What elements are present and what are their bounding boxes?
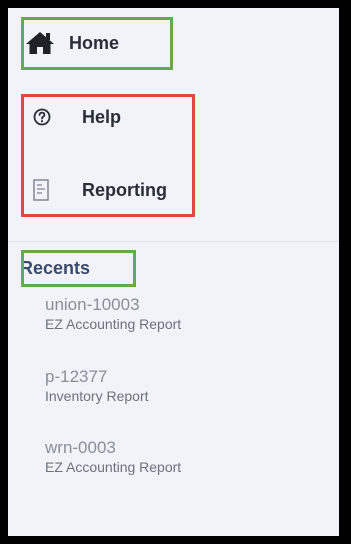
recent-item[interactable]: wrn-0003 EZ Accounting Report: [45, 437, 181, 477]
nav-label-help: Help: [82, 106, 122, 127]
section-divider: [8, 241, 339, 242]
nav-item-home[interactable]: Home: [25, 26, 119, 60]
nav-label-reporting: Reporting: [82, 179, 167, 200]
recent-item-type: Inventory Report: [45, 388, 149, 404]
home-icon: [25, 30, 55, 56]
question-circle-icon: [33, 108, 51, 126]
recent-item-id: wrn-0003: [45, 438, 116, 457]
recent-item-id: union-10003: [45, 295, 140, 314]
recent-item[interactable]: p-12377 Inventory Report: [45, 366, 149, 406]
nav-item-reporting[interactable]: Reporting: [33, 175, 167, 205]
nav-item-help[interactable]: Help: [33, 102, 121, 132]
recent-item-type: EZ Accounting Report: [45, 316, 182, 332]
recent-item-id: p-12377: [45, 367, 108, 386]
recent-item[interactable]: union-10003 EZ Accounting Report: [45, 294, 181, 334]
document-icon: [33, 179, 49, 201]
recent-item-type: EZ Accounting Report: [45, 459, 182, 475]
recents-heading: Recents: [20, 258, 91, 278]
nav-label-home: Home: [69, 32, 120, 53]
